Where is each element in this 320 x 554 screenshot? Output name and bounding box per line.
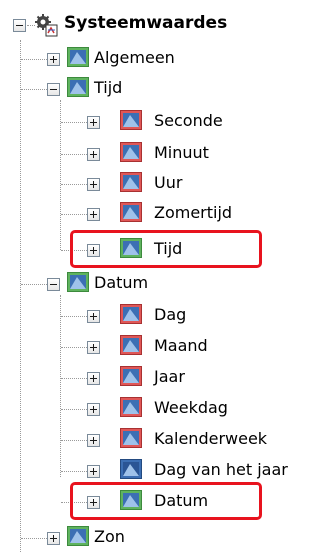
tree-node-algemeen[interactable]: Algemeen	[0, 45, 320, 75]
expand-toggle[interactable]	[87, 310, 100, 323]
tree-node-datum-group[interactable]: Datum	[0, 270, 320, 300]
expand-toggle[interactable]	[47, 53, 60, 66]
collapse-toggle[interactable]	[47, 83, 60, 96]
expand-toggle[interactable]	[87, 434, 100, 447]
tree-node-label: Algemeen	[94, 48, 175, 67]
tree-node-maand[interactable]: Maand	[0, 333, 320, 363]
red-variable-icon	[120, 110, 142, 130]
expand-toggle[interactable]	[87, 178, 100, 191]
expand-toggle[interactable]	[87, 403, 100, 416]
green-folder-icon	[67, 77, 89, 97]
expand-toggle[interactable]	[47, 532, 60, 545]
tree-node-label: Zomertijd	[154, 203, 233, 222]
tree-node-uur[interactable]: Uur	[0, 170, 320, 200]
collapse-toggle[interactable]	[13, 19, 26, 32]
red-variable-icon	[120, 304, 142, 324]
tree-node-dag[interactable]: Dag	[0, 302, 320, 332]
tree-node-tijd-group[interactable]: Tijd	[0, 75, 320, 105]
blue-variable-icon	[120, 459, 142, 479]
tree-node-weekdag[interactable]: Weekdag	[0, 395, 320, 425]
expand-toggle[interactable]	[87, 372, 100, 385]
tree-node-minuut[interactable]: Minuut	[0, 140, 320, 170]
tree-node-label: Maand	[154, 336, 208, 355]
tree-node-label: Dag van het jaar	[154, 460, 288, 479]
expand-toggle[interactable]	[87, 148, 100, 161]
tree-node-label: Tijd	[94, 78, 123, 97]
tree-node-seconde[interactable]: Seconde	[0, 108, 320, 138]
red-variable-icon	[120, 142, 142, 162]
tree-node-jaar[interactable]: Jaar	[0, 364, 320, 394]
expand-toggle[interactable]	[87, 465, 100, 478]
tree-node-label: Uur	[154, 173, 183, 192]
tree-node-label: Seconde	[154, 111, 223, 130]
expand-toggle[interactable]	[87, 208, 100, 221]
tree-node-kalenderweek[interactable]: Kalenderweek	[0, 426, 320, 456]
red-variable-icon	[120, 428, 142, 448]
system-values-tree: Systeemwaardes Algemeen Tijd Seconde Min…	[0, 0, 320, 552]
tree-node-label: Datum	[94, 273, 149, 292]
collapse-toggle[interactable]	[47, 278, 60, 291]
highlight-box	[70, 230, 262, 268]
green-folder-icon	[67, 272, 89, 292]
tree-node-label: Weekdag	[154, 398, 228, 417]
tree-node-label: Zon	[94, 527, 125, 546]
red-variable-icon	[120, 366, 142, 386]
red-variable-icon	[120, 335, 142, 355]
tree-node-label: Dag	[154, 305, 187, 324]
highlight-box	[70, 482, 262, 520]
red-variable-icon	[120, 202, 142, 222]
system-values-icon	[34, 13, 58, 37]
green-folder-icon	[67, 47, 89, 67]
red-variable-icon	[120, 172, 142, 192]
green-folder-icon	[67, 526, 89, 546]
expand-toggle[interactable]	[87, 116, 100, 129]
tree-node-systeemwaardes[interactable]: Systeemwaardes	[0, 10, 320, 40]
red-variable-icon	[120, 397, 142, 417]
tree-node-label: Kalenderweek	[154, 429, 268, 448]
tree-node-label: Jaar	[154, 367, 185, 386]
tree-node-zon[interactable]: Zon	[0, 524, 320, 554]
expand-toggle[interactable]	[87, 341, 100, 354]
tree-node-zomertijd[interactable]: Zomertijd	[0, 200, 320, 230]
tree-node-label: Minuut	[154, 143, 209, 162]
tree-node-label: Systeemwaardes	[64, 13, 228, 33]
